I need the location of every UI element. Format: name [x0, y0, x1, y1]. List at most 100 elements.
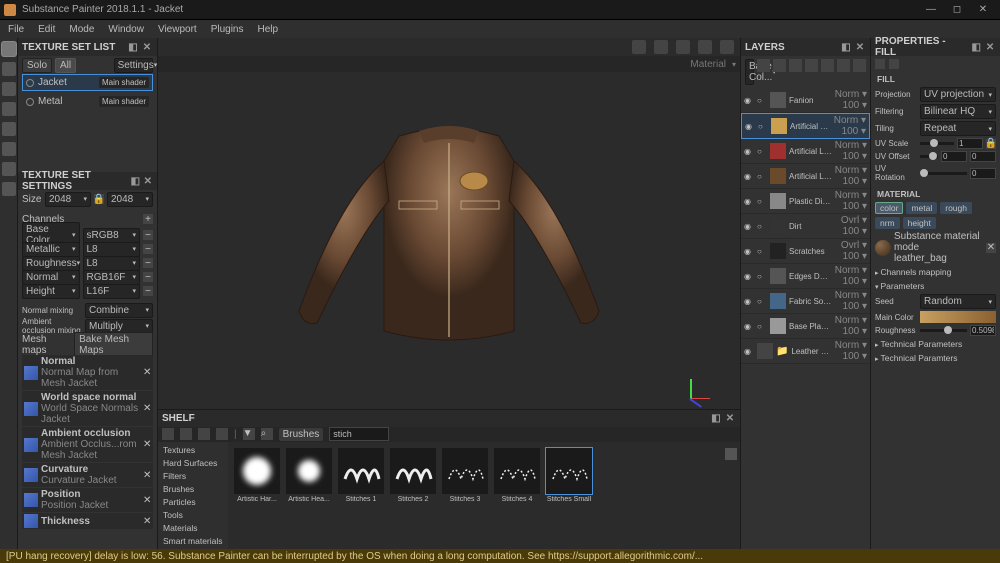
mesh-map-item[interactable]: Ambient occlusionAmbient Occlus...rom Me… — [22, 427, 153, 462]
add-channel-button[interactable]: + — [143, 214, 153, 224]
layer-visibility-icon[interactable]: ◉ — [744, 322, 754, 331]
shelf-fwd-icon[interactable] — [198, 428, 210, 440]
layer-visibility-icon[interactable]: ◉ — [744, 222, 754, 231]
channel-fmt-dropdown[interactable]: RGB16F — [83, 270, 141, 285]
layer-visibility-icon[interactable]: ◉ — [744, 172, 754, 181]
prop-tab-brush-icon[interactable] — [889, 59, 899, 69]
channel-name-dropdown[interactable]: Height — [22, 284, 80, 299]
brush-item[interactable]: Artistic Hea... — [286, 448, 332, 503]
visibility-icon[interactable] — [26, 79, 34, 87]
add-mask-icon[interactable] — [789, 59, 802, 72]
layer-link-icon[interactable]: ○ — [757, 222, 767, 231]
lock-icon[interactable]: 🔒 — [94, 194, 104, 204]
remove-channel-icon[interactable]: − — [143, 244, 153, 254]
channel-fmt-dropdown[interactable]: sRGB8 — [83, 228, 141, 243]
add-folder-icon[interactable] — [805, 59, 818, 72]
clear-map-icon[interactable]: ✕ — [143, 495, 151, 506]
uv-scale-input[interactable] — [957, 138, 983, 149]
tool-projection[interactable] — [2, 82, 16, 96]
size2-dropdown[interactable]: 2048 — [107, 192, 153, 207]
layer-item[interactable]: ◉ ○ Dirt Ovrl ▾100 ▾ — [741, 214, 870, 239]
panel-close-icon[interactable]: ✕ — [143, 175, 153, 187]
shelf-category[interactable]: Smart materials — [160, 535, 226, 547]
clear-map-icon[interactable]: ✕ — [143, 470, 151, 481]
search-icon[interactable]: ⌕ — [261, 428, 273, 440]
camera-icon[interactable] — [676, 40, 690, 54]
layer-link-icon[interactable]: ○ — [757, 172, 767, 181]
layer-link-icon[interactable]: ○ — [757, 147, 767, 156]
layer-visibility-icon[interactable]: ◉ — [745, 122, 755, 131]
panel-undock-icon[interactable]: ◧ — [130, 175, 140, 187]
channel-fmt-dropdown[interactable]: L16F — [83, 284, 141, 299]
remove-channel-icon[interactable]: − — [143, 258, 153, 268]
panel-close-icon[interactable]: ✕ — [984, 41, 996, 53]
channel-name-dropdown[interactable]: Normal — [22, 270, 80, 285]
layer-visibility-icon[interactable]: ◉ — [744, 272, 754, 281]
layer-item[interactable]: ◉ ○ Artificial Leather Norm ▾100 ▾ — [741, 164, 870, 189]
display-2d-icon[interactable] — [632, 40, 646, 54]
chip-height[interactable]: height — [903, 217, 936, 229]
layer-link-icon[interactable]: ○ — [757, 272, 767, 281]
clear-map-icon[interactable]: ✕ — [143, 367, 151, 378]
uv-rotation-slider[interactable] — [920, 172, 967, 175]
brush-item[interactable]: Artistic Har... — [234, 448, 280, 503]
remove-channel-icon[interactable]: − — [143, 230, 153, 240]
layer-visibility-icon[interactable]: ◉ — [744, 197, 754, 206]
channel-fmt-dropdown[interactable]: L8 — [83, 256, 141, 271]
shelf-refresh-icon[interactable] — [216, 428, 228, 440]
layer-visibility-icon[interactable]: ◉ — [744, 147, 754, 156]
size-dropdown[interactable]: 2048 — [45, 192, 91, 207]
lock-icon[interactable]: 🔒 — [986, 139, 996, 149]
menu-file[interactable]: File — [2, 22, 30, 37]
grid-view-icon[interactable] — [725, 448, 737, 460]
settings-icon[interactable] — [720, 40, 734, 54]
layer-link-icon[interactable]: ○ — [757, 247, 767, 256]
clear-map-icon[interactable]: ✕ — [143, 439, 151, 450]
shelf-category[interactable]: Hard Surfaces — [160, 457, 226, 469]
clear-map-icon[interactable]: ✕ — [143, 516, 151, 527]
panel-close-icon[interactable]: ✕ — [724, 412, 736, 424]
panel-undock-icon[interactable]: ◧ — [840, 41, 852, 53]
section-parameters[interactable]: Parameters — [871, 279, 1000, 293]
panel-undock-icon[interactable]: ◧ — [127, 41, 139, 53]
menu-window[interactable]: Window — [102, 22, 150, 37]
shelf-category[interactable]: Textures — [160, 444, 226, 456]
panel-undock-icon[interactable]: ◧ — [710, 412, 722, 424]
menu-viewport[interactable]: Viewport — [152, 22, 203, 37]
channel-dropdown[interactable]: Base Col... — [745, 59, 754, 85]
layer-item[interactable]: ◉ ○ Fabric Soft Denim Norm ▾100 ▾ — [741, 289, 870, 314]
add-smart-icon[interactable] — [821, 59, 834, 72]
roughness-slider[interactable] — [920, 329, 967, 332]
layer-visibility-icon[interactable]: ◉ — [744, 247, 754, 256]
add-effect-icon[interactable] — [837, 59, 850, 72]
chip-color[interactable]: color — [875, 202, 903, 214]
chip-metal[interactable]: metal — [906, 202, 937, 214]
layer-item[interactable]: ◉ ○ Artificial Leather co... Norm ▾100 ▾ — [741, 113, 870, 139]
prop-tab-fill-icon[interactable] — [875, 59, 885, 69]
layer-item[interactable]: ◉ ○ Scratches Ovrl ▾100 ▾ — [741, 239, 870, 264]
menu-plugins[interactable]: Plugins — [205, 22, 250, 37]
layer-link-icon[interactable]: ○ — [757, 322, 767, 331]
tool-picker[interactable] — [2, 162, 16, 176]
layer-item[interactable]: ◉ ○ Base Plastic Norm ▾100 ▾ — [741, 314, 870, 339]
mesh-map-item[interactable]: CurvatureCurvature Jacket✕ — [22, 463, 153, 487]
channel-name-dropdown[interactable]: Metallic — [22, 242, 80, 257]
delete-layer-icon[interactable] — [853, 59, 866, 72]
section-tech1[interactable]: Technical Parameters — [871, 337, 1000, 351]
shelf-back-icon[interactable] — [180, 428, 192, 440]
mesh-map-item[interactable]: World space normalWorld Space Normals Ja… — [22, 391, 153, 426]
layer-item[interactable]: ◉ 📁 Leather Stylized Norm ▾100 ▾ — [741, 339, 870, 364]
tool-eraser[interactable] — [2, 62, 16, 76]
mesh-map-item[interactable]: PositionPosition Jacket✕ — [22, 488, 153, 512]
chip-nrm[interactable]: nrm — [875, 217, 900, 229]
uv-scale-slider[interactable] — [920, 142, 954, 145]
brush-item[interactable]: Stitches 3 — [442, 448, 488, 503]
brush-item[interactable]: Stitches 1 — [338, 448, 384, 503]
viewport-3d[interactable] — [158, 72, 740, 409]
layer-item[interactable]: ◉ ○ Artificial Leather co... Norm ▾100 ▾ — [741, 139, 870, 164]
clear-map-icon[interactable]: ✕ — [143, 403, 151, 414]
material-thumbnail[interactable] — [875, 240, 891, 256]
layer-item[interactable]: ◉ ○ Fanion Norm ▾100 ▾ — [741, 88, 870, 113]
close-button[interactable]: ✕ — [970, 1, 996, 19]
channel-name-dropdown[interactable]: Roughness — [22, 256, 80, 271]
